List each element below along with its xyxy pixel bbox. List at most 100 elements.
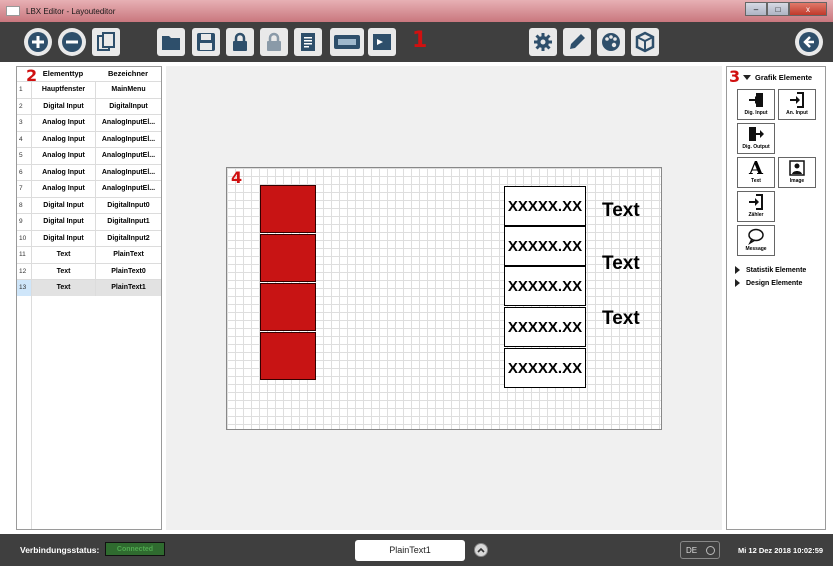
table-row[interactable]: 11 Text PlainText <box>17 246 161 263</box>
palette-item-text[interactable]: A Text <box>737 157 775 188</box>
cell-element-type[interactable]: Text <box>31 263 95 279</box>
close-button[interactable]: x <box>789 2 827 16</box>
app-icon <box>6 6 20 16</box>
digital-input-element[interactable] <box>260 283 316 331</box>
cell-element-type[interactable]: Analog Input <box>31 181 95 197</box>
chevron-up-icon <box>477 547 485 553</box>
cell-element-type[interactable]: Digital Input <box>31 214 95 230</box>
palette-item-message[interactable]: Message <box>737 225 775 256</box>
table-row[interactable]: 13 Text PlainText1 <box>17 279 161 296</box>
row-number: 3 <box>19 119 23 126</box>
maximize-button[interactable]: □ <box>767 2 789 16</box>
unlock-button[interactable] <box>260 28 288 56</box>
column-header-name[interactable]: Bezeichner <box>95 67 161 81</box>
cube-button[interactable] <box>631 28 659 56</box>
cell-element-name[interactable]: AnalogInputEl... <box>95 148 161 164</box>
palette-item-counter[interactable]: Zähler <box>737 191 775 222</box>
cell-element-name[interactable]: MainMenu <box>95 82 161 98</box>
minimize-button[interactable]: – <box>745 2 767 16</box>
palette-section-header[interactable]: Grafik Elemente <box>743 73 812 82</box>
back-button[interactable] <box>795 28 823 56</box>
table-row[interactable]: 2 Digital Input DigitalInput <box>17 97 161 114</box>
save-button[interactable] <box>192 28 220 56</box>
layout-canvas[interactable]: 4 XXXXX.XX XXXXX.XX XXXXX.XX XXXXX.XX XX… <box>226 167 662 430</box>
table-row[interactable]: 12 Text PlainText0 <box>17 262 161 279</box>
cell-element-type[interactable]: Text <box>31 280 95 296</box>
table-row[interactable]: 9 Digital Input DigitalInput1 <box>17 213 161 230</box>
cell-element-name[interactable]: DigitalInput0 <box>95 197 161 213</box>
row-number: 4 <box>19 135 23 143</box>
table-row[interactable]: 10 Digital Input DigitalInput2 <box>17 229 161 246</box>
palette-item-analog-input[interactable]: An. Input <box>778 89 816 120</box>
cell-element-name[interactable]: PlainText1 <box>95 280 161 296</box>
serial-port-button[interactable] <box>330 28 364 56</box>
add-button[interactable] <box>24 28 52 56</box>
column-header-type[interactable]: Elementtyp <box>31 67 95 81</box>
section-statistik[interactable]: Statistik Elemente <box>735 266 806 274</box>
palette-button[interactable] <box>597 28 625 56</box>
row-number: 13 <box>17 280 31 296</box>
analog-input-element[interactable]: XXXXX.XX <box>504 226 586 266</box>
document-icon <box>301 33 315 51</box>
language-selector[interactable]: DE <box>680 541 720 559</box>
main-toolbar: 1 <box>0 22 833 62</box>
digital-input-element[interactable] <box>260 185 316 233</box>
cell-element-type[interactable]: Analog Input <box>31 148 95 164</box>
digital-input-element[interactable] <box>260 234 316 282</box>
table-row[interactable]: 8 Digital Input DigitalInput0 <box>17 196 161 213</box>
lock-button[interactable] <box>226 28 254 56</box>
cell-element-name[interactable]: AnalogInputEl... <box>95 131 161 147</box>
edit-button[interactable] <box>563 28 591 56</box>
cell-element-type[interactable]: Digital Input <box>31 230 95 246</box>
palette-item-digital-input[interactable]: Dig. Input <box>737 89 775 120</box>
text-element[interactable]: Text <box>602 200 640 222</box>
cell-element-name[interactable]: AnalogInputEl... <box>95 181 161 197</box>
cell-element-name[interactable]: PlainText <box>95 247 161 263</box>
table-row[interactable]: 4 Analog Input AnalogInputEl... <box>17 130 161 147</box>
document-button[interactable] <box>294 28 322 56</box>
table-row[interactable]: 5 Analog Input AnalogInputEl... <box>17 147 161 164</box>
serial-port-icon <box>334 35 360 49</box>
palette-item-digital-output[interactable]: Dig. Output <box>737 123 775 154</box>
display-button[interactable] <box>368 28 396 56</box>
table-row[interactable]: 7 Analog Input AnalogInputEl... <box>17 180 161 197</box>
cell-element-type[interactable]: Analog Input <box>31 115 95 131</box>
settings-button[interactable] <box>529 28 557 56</box>
open-button[interactable] <box>157 28 185 56</box>
text-element[interactable]: Text <box>602 308 640 330</box>
cell-element-name[interactable]: PlainText0 <box>95 263 161 279</box>
cell-element-type[interactable]: Digital Input <box>31 197 95 213</box>
table-row[interactable]: 3 Analog Input AnalogInputEl... <box>17 114 161 131</box>
section-design[interactable]: Design Elemente <box>735 279 802 287</box>
element-list-panel: 2 Elementtyp Bezeichner 1 Hauptfenster Mai… <box>16 66 162 530</box>
analog-input-element[interactable]: XXXXX.XX <box>504 307 586 347</box>
cell-element-type[interactable]: Text <box>31 247 95 263</box>
row-number: 2 <box>19 102 23 110</box>
cell-element-name[interactable]: DigitalInput2 <box>95 230 161 246</box>
cell-element-type[interactable]: Digital Input <box>31 98 95 114</box>
current-element-field[interactable]: PlainText1 <box>355 540 465 561</box>
cell-element-type[interactable]: Hauptfenster <box>31 82 95 98</box>
remove-button[interactable] <box>58 28 86 56</box>
cell-element-name[interactable]: DigitalInput <box>95 98 161 114</box>
table-row[interactable]: 1 Hauptfenster MainMenu <box>17 81 161 98</box>
cell-element-name[interactable]: AnalogInputEl... <box>95 115 161 131</box>
palette-item-image[interactable]: Image <box>778 157 816 188</box>
letter-a-icon: A <box>749 157 763 179</box>
table-row[interactable]: 6 Analog Input AnalogInputEl... <box>17 163 161 180</box>
cell-element-name[interactable]: DigitalInput1 <box>95 214 161 230</box>
analog-input-element[interactable]: XXXXX.XX <box>504 186 586 226</box>
digital-input-element[interactable] <box>260 332 316 380</box>
text-element[interactable]: Text <box>602 253 640 275</box>
element-up-button[interactable] <box>474 543 488 557</box>
cell-element-type[interactable]: Analog Input <box>31 164 95 180</box>
marker-4: 4 <box>231 168 243 187</box>
collapsed-triangle-icon <box>735 266 740 274</box>
cell-element-name[interactable]: AnalogInputEl... <box>95 164 161 180</box>
cell-element-type[interactable]: Analog Input <box>31 131 95 147</box>
copy-button[interactable] <box>92 28 120 56</box>
analog-input-element[interactable]: XXXXX.XX <box>504 266 586 306</box>
display-icon <box>373 34 391 50</box>
row-number: 5 <box>19 152 23 159</box>
analog-input-element[interactable]: XXXXX.XX <box>504 348 586 388</box>
